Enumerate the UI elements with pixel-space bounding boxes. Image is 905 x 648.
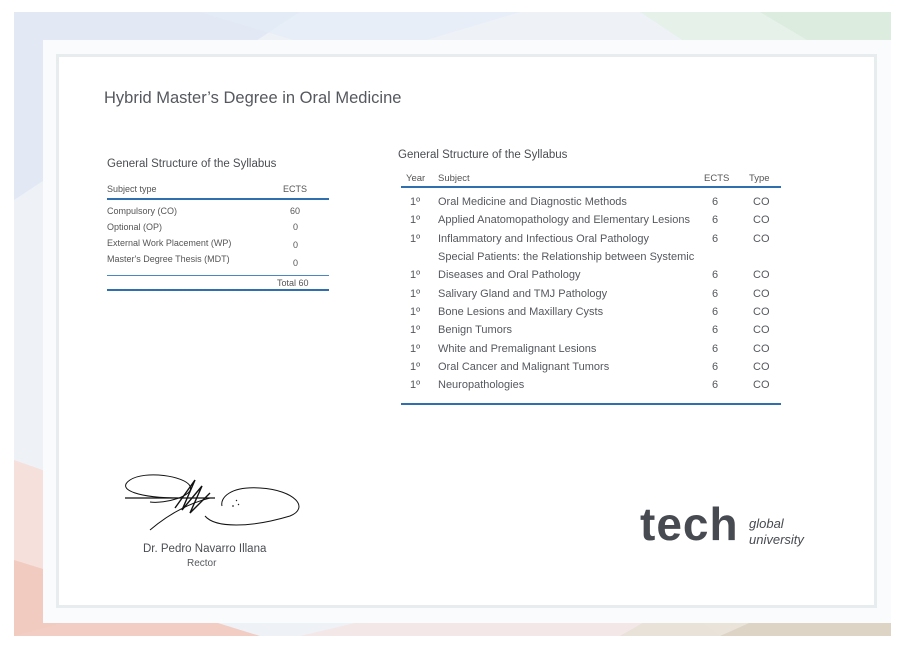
syllabus-ects: 6 bbox=[712, 288, 719, 300]
syllabus-row: 1º Inflammatory and Infectious Oral Path… bbox=[401, 233, 781, 251]
syllabus-row: 1º Neuropathologies 6 CO bbox=[401, 379, 781, 397]
syllabus-year: 1º bbox=[410, 306, 421, 318]
logo-word: tech bbox=[640, 498, 739, 550]
logo-line-1: global bbox=[749, 516, 784, 531]
syllabus-type: CO bbox=[753, 214, 770, 226]
summary-col-type: Subject type bbox=[107, 184, 157, 194]
summary-row-ects: 0 bbox=[293, 258, 299, 268]
summary-heading: General Structure of the Syllabus bbox=[107, 158, 277, 170]
summary-mid-rule bbox=[107, 275, 329, 276]
syllabus-type: CO bbox=[753, 306, 770, 318]
syllabus-year: 1º bbox=[410, 233, 421, 245]
syllabus-ects: 6 bbox=[712, 306, 719, 318]
syllabus-heading: General Structure of the Syllabus bbox=[398, 149, 568, 161]
syllabus-ects: 6 bbox=[712, 269, 719, 281]
syllabus-year: 1º bbox=[410, 343, 421, 355]
summary-row-type: External Work Placement (WP) bbox=[107, 238, 232, 248]
syllabus-subject: Diseases and Oral Pathology bbox=[438, 269, 581, 281]
syllabus-row: 1º Benign Tumors 6 CO bbox=[401, 324, 781, 342]
syllabus-subject: Special Patients: the Relationship betwe… bbox=[438, 251, 695, 263]
summary-row-ects: 60 bbox=[290, 206, 301, 216]
syllabus-type: CO bbox=[753, 288, 770, 300]
syllabus-type: CO bbox=[753, 269, 770, 281]
syllabus-year: 1º bbox=[410, 269, 421, 281]
summary-col-ects: ECTS bbox=[283, 184, 308, 194]
summary-row-type: Optional (OP) bbox=[107, 222, 163, 232]
syllabus-ects: 6 bbox=[712, 343, 719, 355]
syllabus-year: 1º bbox=[410, 361, 421, 373]
summary-row-type: Compulsory (CO) bbox=[107, 206, 178, 216]
summary-bottom-rule bbox=[107, 289, 329, 291]
summary-row-ects: 0 bbox=[293, 222, 299, 232]
syllabus-subject: Oral Medicine and Diagnostic Methods bbox=[438, 196, 627, 208]
syllabus-ects: 6 bbox=[712, 214, 719, 226]
summary-total: Total 60 bbox=[277, 278, 309, 288]
summary-row-ects: 0 bbox=[293, 240, 299, 250]
syllabus-year: 1º bbox=[410, 196, 421, 208]
syllabus-subject: Applied Anatomopathology and Elementary … bbox=[438, 214, 690, 226]
syllabus-year: 1º bbox=[410, 214, 421, 226]
syllabus-ects: 6 bbox=[712, 361, 719, 373]
syllabus-subject: White and Premalignant Lesions bbox=[438, 343, 597, 355]
syllabus-year: 1º bbox=[410, 379, 421, 391]
syllabus-ects: 6 bbox=[712, 324, 719, 336]
syllabus-row: 1º Bone Lesions and Maxillary Cysts 6 CO bbox=[401, 306, 781, 324]
syllabus-subject: Neuropathologies bbox=[438, 379, 525, 391]
syllabus-top-rule bbox=[401, 186, 781, 188]
syllabus-col-subject: Subject bbox=[438, 173, 470, 184]
syllabus-col-ects: ECTS bbox=[704, 173, 730, 184]
syllabus-row: 1º White and Premalignant Lesions 6 CO bbox=[401, 343, 781, 361]
syllabus-subject: Salivary Gland and TMJ Pathology bbox=[438, 288, 608, 300]
syllabus-row: 1º Oral Cancer and Malignant Tumors 6 CO bbox=[401, 361, 781, 379]
signature-image bbox=[125, 474, 300, 531]
syllabus-row: 1º Diseases and Oral Pathology 6 CO bbox=[401, 269, 781, 287]
syllabus-type: CO bbox=[753, 361, 770, 373]
summary-top-rule bbox=[107, 198, 329, 200]
syllabus-year: 1º bbox=[410, 324, 421, 336]
syllabus-row: 1º Salivary Gland and TMJ Pathology 6 CO bbox=[401, 288, 781, 306]
syllabus-row: 1º Oral Medicine and Diagnostic Methods … bbox=[401, 196, 781, 214]
tech-logo: tech global university bbox=[640, 498, 820, 553]
syllabus-subject: Benign Tumors bbox=[438, 324, 512, 336]
syllabus-type: CO bbox=[753, 233, 770, 245]
syllabus-subject: Bone Lesions and Maxillary Cysts bbox=[438, 306, 604, 318]
syllabus-row: Special Patients: the Relationship betwe… bbox=[401, 251, 781, 269]
syllabus-year: 1º bbox=[410, 288, 421, 300]
syllabus-type: CO bbox=[753, 379, 770, 391]
logo-line-2: university bbox=[749, 532, 804, 547]
syllabus-ects: 6 bbox=[712, 196, 719, 208]
signer-name: Dr. Pedro Navarro Illana bbox=[143, 543, 267, 555]
syllabus-col-year: Year bbox=[406, 173, 426, 184]
syllabus-bottom-rule bbox=[401, 403, 781, 405]
syllabus-type: CO bbox=[753, 196, 770, 208]
summary-row-type: Master's Degree Thesis (MDT) bbox=[107, 254, 230, 264]
signer-role: Rector bbox=[187, 558, 217, 569]
syllabus-col-type: Type bbox=[749, 173, 770, 184]
syllabus-type: CO bbox=[753, 324, 770, 336]
syllabus-subject: Inflammatory and Infectious Oral Patholo… bbox=[438, 233, 649, 245]
degree-title: Hybrid Master’s Degree in Oral Medicine bbox=[104, 89, 402, 107]
syllabus-type: CO bbox=[753, 343, 770, 355]
syllabus-ects: 6 bbox=[712, 379, 719, 391]
syllabus-row: 1º Applied Anatomopathology and Elementa… bbox=[401, 214, 781, 232]
syllabus-ects: 6 bbox=[712, 233, 719, 245]
syllabus-subject: Oral Cancer and Malignant Tumors bbox=[438, 361, 610, 373]
